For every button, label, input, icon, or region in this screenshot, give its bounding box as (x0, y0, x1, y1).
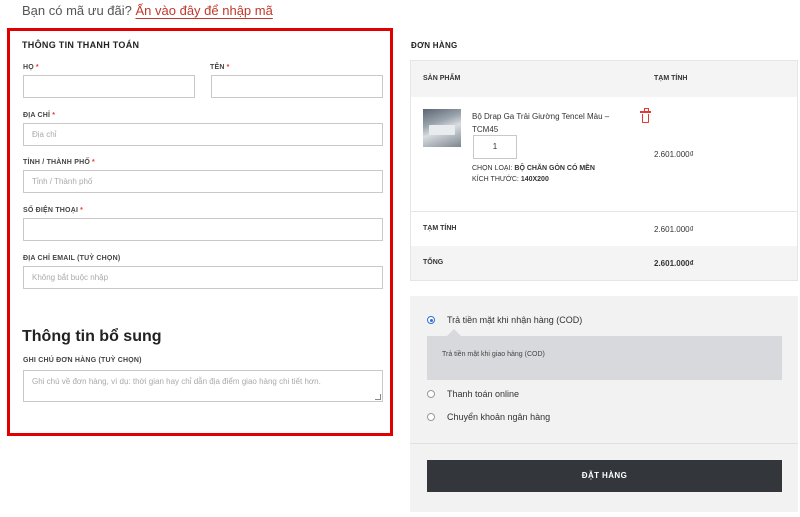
payment-option-cod[interactable]: Trả tiền mặt khi nhận hàng (COD) (427, 315, 582, 325)
required-mark: * (35, 64, 39, 71)
payment-option-label: Chuyển khoản ngân hàng (447, 412, 551, 422)
product-type: CHỌN LOẠI: BỘ CHĂN GÒN CÓ MỀN (472, 165, 595, 172)
order-table: SẢN PHẨM TẠM TÍNH Bộ Drap Ga Trải Giường… (410, 60, 798, 281)
coupon-link[interactable]: Ấn vào đây để nhập mã (136, 3, 273, 18)
order-notes-placeholder: Ghi chú về đơn hàng, ví dụ: thời gian ha… (32, 377, 321, 386)
city-label: TỈNH / THÀNH PHỐ * (23, 159, 95, 166)
billing-form: THÔNG TIN THANH TOÁN HỌ * TÊN * ĐỊA CHỈ * Đ… (7, 28, 393, 436)
product-name[interactable]: Bộ Drap Ga Trải Giường Tencel Màu – TCM4… (472, 110, 627, 136)
phone-label-text: SỐ ĐIỆN THOẠI (23, 207, 79, 214)
product-type-label: CHỌN LOẠI: (472, 165, 513, 172)
additional-info-title: Thông tin bổ sung (22, 328, 162, 345)
address-input[interactable]: Địa chỉ (23, 123, 383, 146)
order-title: ĐƠN HÀNG (411, 41, 458, 50)
last-name-label: HỌ * (23, 64, 39, 71)
city-label-text: TỈNH / THÀNH PHỐ (23, 159, 90, 166)
delete-item-icon[interactable] (640, 108, 651, 123)
subtotal-label: TẠM TÍNH (423, 225, 457, 232)
city-input[interactable]: Tỉnh / Thành phố (23, 170, 383, 193)
phone-input[interactable] (23, 218, 383, 241)
last-name-input[interactable] (23, 75, 195, 98)
phone-label: SỐ ĐIỆN THOẠI * (23, 207, 83, 214)
first-name-label: TÊN * (210, 64, 230, 71)
order-notes-textarea[interactable]: Ghi chú về đơn hàng, ví dụ: thời gian ha… (23, 370, 383, 402)
table-header: SẢN PHẨM TẠM TÍNH (411, 61, 797, 97)
product-size: KÍCH THƯỚC: 140X200 (472, 176, 549, 183)
radio-icon[interactable] (427, 390, 435, 398)
product-size-value: 140X200 (520, 176, 549, 183)
address-label-text: ĐỊA CHỈ (23, 112, 51, 119)
payment-option-label: Trả tiền mặt khi nhận hàng (COD) (447, 315, 583, 325)
first-name-input[interactable] (211, 75, 383, 98)
resize-handle-icon[interactable] (375, 394, 381, 400)
col-product: SẢN PHẨM (423, 75, 461, 82)
required-mark: * (80, 207, 84, 214)
billing-title: THÔNG TIN THANH TOÁN (22, 40, 140, 50)
quantity-input[interactable]: 1 (473, 135, 517, 159)
cod-description: Trả tiền mặt khi giao hàng (COD) (427, 329, 782, 380)
total-row: TỔNG 2.601.000₫ (411, 246, 797, 280)
required-mark: * (226, 64, 230, 71)
address-label: ĐỊA CHỈ * (23, 112, 55, 119)
payment-option-bank-transfer[interactable]: Chuyển khoản ngân hàng (427, 412, 550, 422)
coupon-prompt: Bạn có mã ưu đãi? (22, 3, 132, 18)
product-size-label: KÍCH THƯỚC: (472, 176, 519, 183)
total-label: TỔNG (423, 259, 444, 266)
place-order-button[interactable]: ĐẶT HÀNG (427, 460, 782, 492)
divider (410, 443, 798, 444)
email-input[interactable]: Không bắt buộc nhập (23, 266, 383, 289)
subtotal-value: 2.601.000₫ (654, 225, 694, 234)
radio-icon[interactable] (427, 413, 435, 421)
product-type-value: BỘ CHĂN GÒN CÓ MỀN (514, 165, 595, 172)
payment-option-label: Thanh toán online (447, 389, 520, 399)
total-value: 2.601.000₫ (654, 259, 694, 268)
payment-section: Trả tiền mặt khi nhận hàng (COD) Trả tiề… (410, 296, 798, 512)
coupon-notice: Bạn có mã ưu đãi? Ấn vào đây để nhập mã (22, 3, 273, 18)
last-name-label-text: HỌ (23, 64, 34, 71)
subtotal-row: TẠM TÍNH 2.601.000₫ (411, 211, 797, 246)
email-label: ĐỊA CHỈ EMAIL (TUỲ CHỌN) (23, 255, 121, 262)
product-thumbnail[interactable] (423, 109, 461, 147)
required-mark: * (52, 112, 56, 119)
col-subtotal: TẠM TÍNH (654, 75, 688, 82)
required-mark: * (91, 159, 95, 166)
radio-selected-icon[interactable] (427, 316, 435, 324)
order-notes-label: GHI CHÚ ĐƠN HÀNG (TUỲ CHỌN) (23, 357, 142, 364)
item-price: 2.601.000₫ (654, 150, 694, 159)
payment-option-online[interactable]: Thanh toán online (427, 389, 519, 399)
first-name-label-text: TÊN (210, 64, 225, 71)
table-row: Bộ Drap Ga Trải Giường Tencel Màu – TCM4… (411, 97, 797, 211)
